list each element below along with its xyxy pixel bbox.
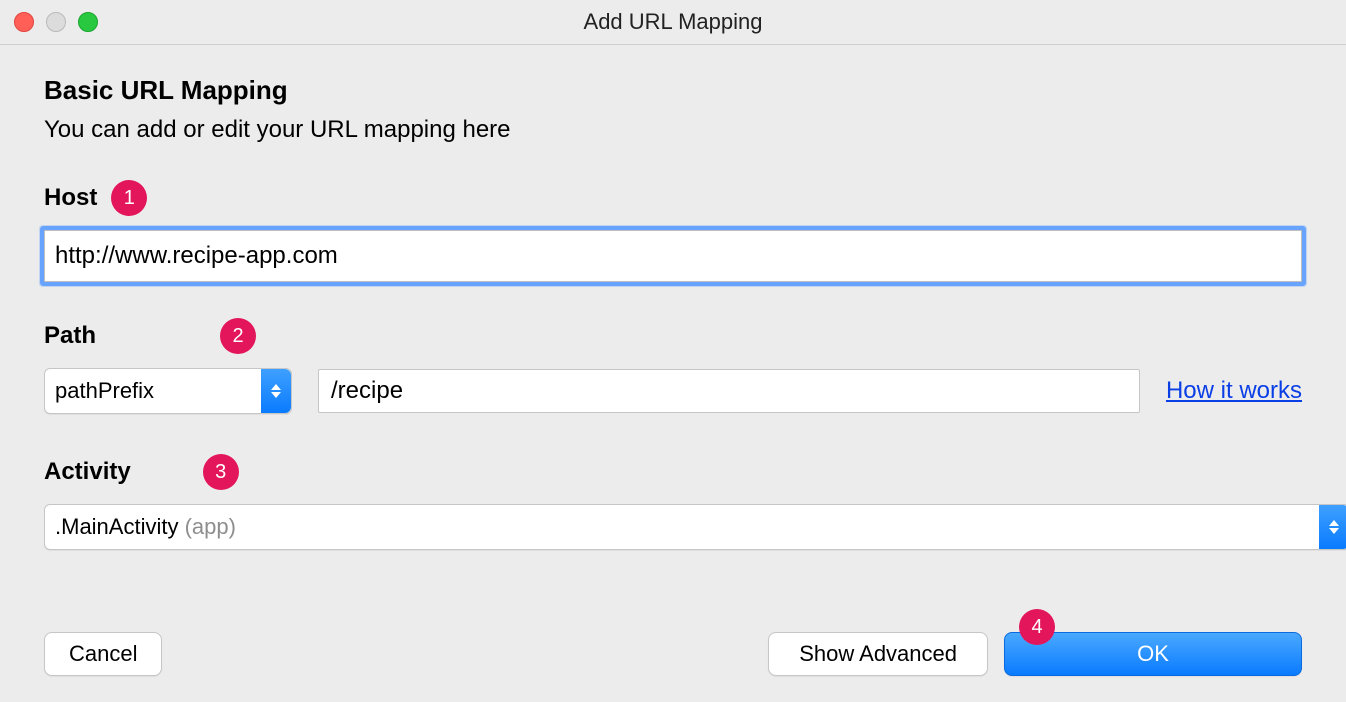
dialog-buttons: Cancel Show Advanced 4 OK	[44, 632, 1302, 676]
host-label: Host	[44, 184, 97, 212]
ok-button-label: OK	[1137, 641, 1169, 667]
host-label-row: Host 1	[44, 180, 1302, 216]
window-controls	[14, 12, 98, 32]
badge-activity: 3	[203, 454, 239, 490]
titlebar: Add URL Mapping	[0, 0, 1346, 45]
badge-ok: 4	[1019, 609, 1055, 645]
close-window-icon[interactable]	[14, 12, 34, 32]
activity-select[interactable]: .MainActivity (app)	[44, 504, 1346, 550]
window-title: Add URL Mapping	[584, 9, 763, 35]
path-label-row: Path 2	[44, 318, 1302, 354]
chevron-updown-icon	[1319, 505, 1346, 549]
path-type-select[interactable]: pathPrefix	[44, 368, 292, 414]
section-heading: Basic URL Mapping	[44, 75, 1302, 106]
host-input[interactable]	[44, 230, 1302, 282]
activity-value: .MainActivity (app)	[55, 514, 236, 540]
path-label: Path	[44, 322, 96, 350]
chevron-updown-icon	[261, 369, 291, 413]
show-advanced-button[interactable]: Show Advanced	[768, 632, 988, 676]
path-type-value: pathPrefix	[55, 378, 154, 404]
how-it-works-link[interactable]: How it works	[1166, 377, 1302, 405]
activity-label: Activity	[44, 458, 131, 486]
path-input[interactable]	[318, 369, 1140, 413]
section-subheading: You can add or edit your URL mapping her…	[44, 116, 1302, 144]
ok-button[interactable]: 4 OK	[1004, 632, 1302, 676]
activity-label-row: Activity 3	[44, 454, 1302, 490]
zoom-window-icon[interactable]	[78, 12, 98, 32]
badge-host: 1	[111, 180, 147, 216]
cancel-button[interactable]: Cancel	[44, 632, 162, 676]
minimize-window-icon	[46, 12, 66, 32]
badge-path: 2	[220, 318, 256, 354]
